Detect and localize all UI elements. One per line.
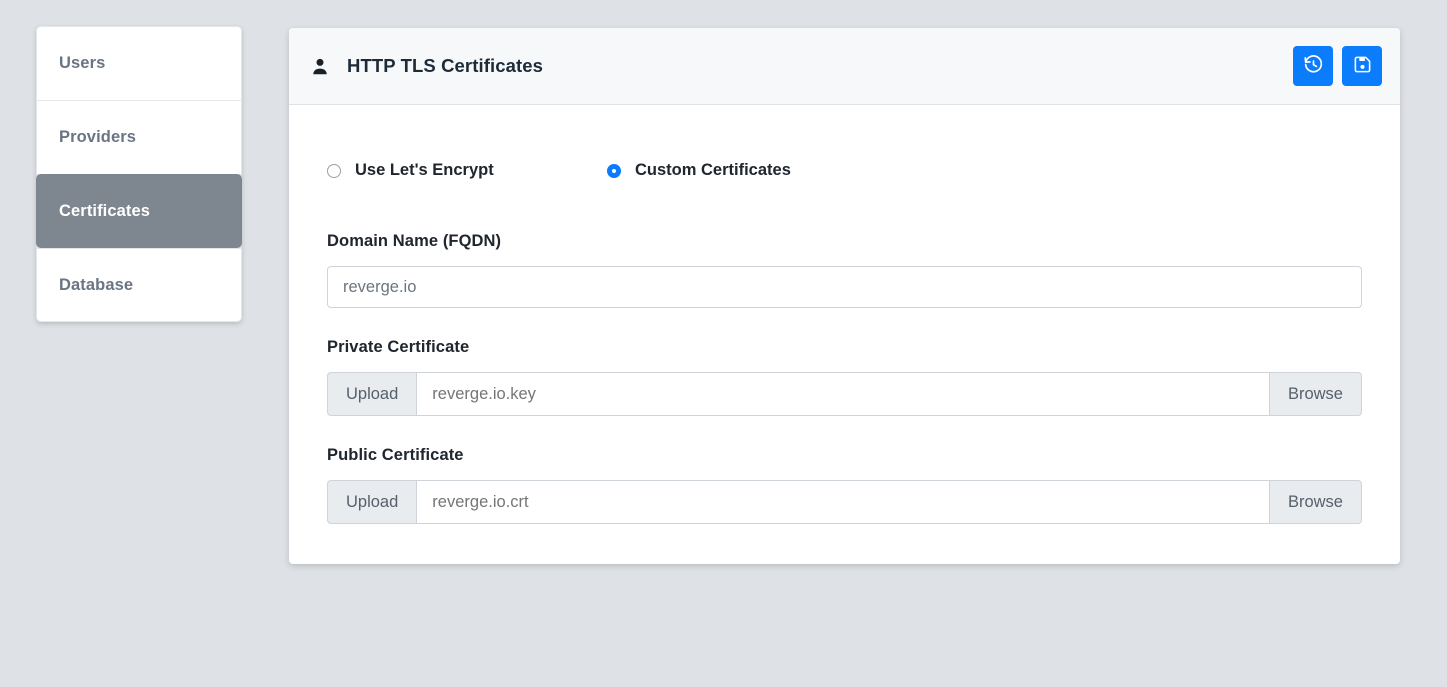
radio-custom-certificates[interactable]: Custom Certificates (607, 161, 791, 180)
public-cert-upload-button[interactable]: Upload (327, 480, 417, 524)
field-private-certificate: Private Certificate Upload Browse (327, 338, 1362, 416)
sidebar-item-database[interactable]: Database (36, 248, 242, 322)
sidebar-nav: Users Providers Certificates Database (36, 26, 242, 322)
certificates-panel: HTTP TLS Certificates Use Let's Encrypt … (289, 28, 1400, 564)
radio-use-lets-encrypt[interactable]: Use Let's Encrypt (327, 161, 607, 180)
sidebar-item-users[interactable]: Users (36, 26, 242, 100)
field-public-certificate: Public Certificate Upload Browse (327, 446, 1362, 524)
restore-button[interactable] (1293, 46, 1333, 86)
page-title: HTTP TLS Certificates (347, 55, 544, 76)
private-cert-filename-input[interactable] (416, 372, 1270, 416)
history-restore-icon (1303, 54, 1324, 78)
sidebar-item-label: Users (59, 54, 106, 72)
private-cert-upload-button[interactable]: Upload (327, 372, 417, 416)
header-actions (1293, 46, 1382, 86)
save-floppy-icon (1353, 55, 1372, 77)
private-cert-input-group: Upload Browse (327, 372, 1362, 416)
sidebar-item-certificates[interactable]: Certificates (36, 174, 242, 248)
panel-header: HTTP TLS Certificates (289, 28, 1400, 105)
radio-circle-selected-icon (607, 163, 621, 178)
domain-name-input[interactable] (327, 266, 1362, 308)
user-icon (311, 56, 329, 76)
radio-circle-icon (327, 163, 341, 178)
public-cert-filename-input[interactable] (416, 480, 1270, 524)
app-root: Users Providers Certificates Database HT… (0, 0, 1447, 687)
sidebar-item-label: Certificates (59, 201, 151, 220)
sidebar-item-providers[interactable]: Providers (36, 100, 242, 174)
field-label: Public Certificate (327, 446, 464, 464)
private-cert-browse-button[interactable]: Browse (1269, 372, 1362, 416)
save-button[interactable] (1342, 46, 1382, 86)
radio-label: Custom Certificates (635, 161, 791, 179)
field-domain-name: Domain Name (FQDN) (327, 232, 1362, 308)
field-label: Domain Name (FQDN) (327, 232, 502, 250)
field-label: Private Certificate (327, 338, 470, 356)
radio-label: Use Let's Encrypt (355, 161, 494, 179)
public-cert-browse-button[interactable]: Browse (1269, 480, 1362, 524)
public-cert-input-group: Upload Browse (327, 480, 1362, 524)
sidebar-item-label: Database (59, 275, 134, 294)
sidebar-item-label: Providers (59, 128, 137, 146)
panel-body: Use Let's Encrypt Custom Certificates Do… (289, 105, 1400, 564)
certificate-mode-group: Use Let's Encrypt Custom Certificates (327, 161, 1362, 180)
